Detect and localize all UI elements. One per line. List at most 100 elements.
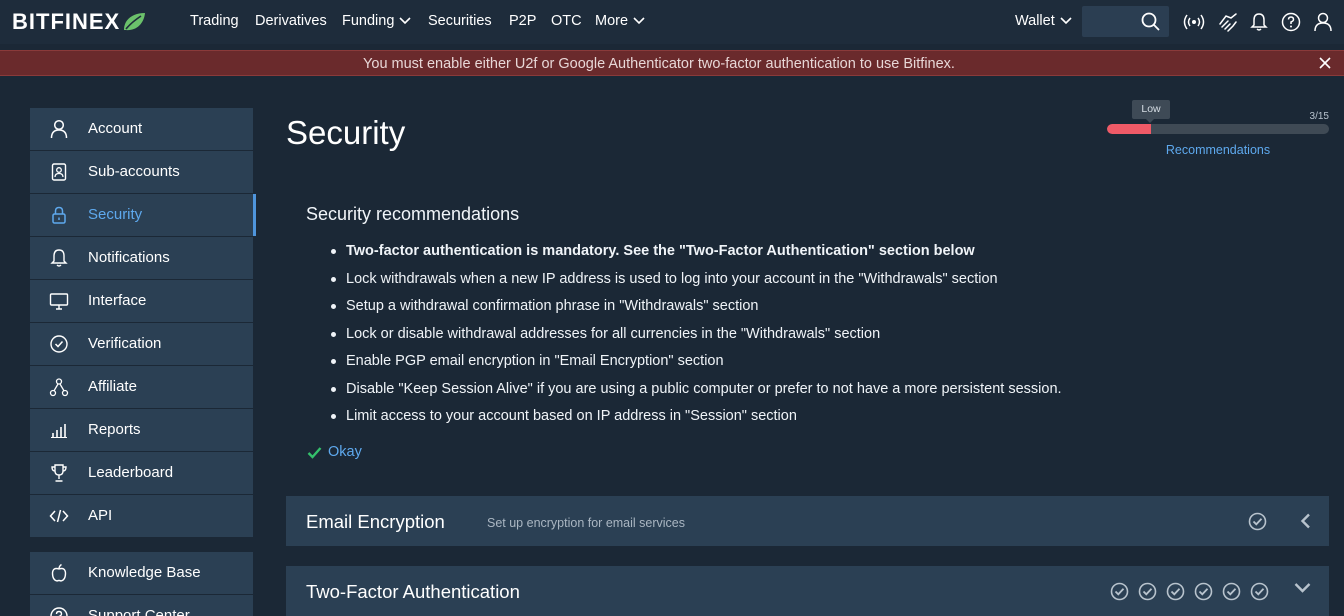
chevron-down-icon (399, 17, 411, 25)
chevron-down-icon[interactable] (1294, 582, 1311, 593)
sidebar-item-support-center[interactable]: Support Center (30, 595, 253, 616)
sidebar-item-label: Notifications (88, 249, 170, 266)
recommendations-title: Security recommendations (306, 204, 520, 224)
check-circle-icon (1194, 582, 1213, 601)
search-input[interactable] (1082, 6, 1169, 37)
list-item: Limit access to your account based on IP… (328, 405, 1062, 433)
list-item: Lock or disable withdrawal addresses for… (328, 323, 1062, 351)
contact-card-icon (51, 163, 67, 181)
alert-text: You must enable either U2f or Google Aut… (363, 56, 955, 72)
nav-trading[interactable]: Trading (190, 13, 239, 29)
bitfinex-logo[interactable]: BITFINEX (12, 9, 146, 34)
sidebar-item-account[interactable]: Account (30, 108, 253, 150)
leaf-icon (124, 13, 146, 31)
email-encryption-panel[interactable]: Email Encryption Set up encryption for e… (286, 496, 1329, 546)
check-circle-icon (1166, 582, 1185, 601)
sidebar-item-reports[interactable]: Reports (30, 409, 253, 451)
sidebar-item-label: Account (88, 120, 143, 137)
list-item: Setup a withdrawal confirmation phrase i… (328, 295, 1062, 323)
wallet-label: Wallet (1015, 13, 1055, 29)
code-icon (49, 509, 69, 523)
lock-icon (52, 206, 66, 224)
check-circle-icon (1138, 582, 1157, 601)
sidebar-item-label: Support Center (88, 607, 190, 616)
help-circle-icon (50, 607, 68, 616)
nav-more[interactable]: More (595, 13, 645, 29)
sidebar-item-label: Reports (88, 421, 141, 438)
sidebar-item-affiliate[interactable]: Affiliate (30, 366, 253, 408)
apple-icon (51, 563, 67, 582)
recommendations-link[interactable]: Recommendations (1107, 143, 1329, 157)
sidebar-item-interface[interactable]: Interface (30, 280, 253, 322)
help-sidebar: Knowledge Base Support Center (30, 552, 253, 616)
panel-status-icons (1248, 512, 1267, 531)
panel-status-icons (1110, 582, 1269, 601)
nav-p2p[interactable]: P2P (509, 13, 536, 29)
network-icon (49, 378, 69, 397)
sidebar-item-label: Security (88, 206, 143, 223)
security-score-bar (1107, 124, 1329, 134)
check-circle-icon (1110, 582, 1129, 601)
trophy-icon (51, 464, 67, 482)
list-item: Two-factor authentication is mandatory. … (328, 240, 1062, 268)
nav-securities[interactable]: Securities (428, 13, 492, 29)
sidebar-item-label: Sub-accounts (88, 163, 180, 180)
check-circle-icon (1250, 582, 1269, 601)
search-icon[interactable] (1141, 12, 1160, 31)
sidebar-item-sub-accounts[interactable]: Sub-accounts (30, 151, 253, 193)
nav-funding[interactable]: Funding (342, 13, 411, 29)
nav-otc[interactable]: OTC (551, 13, 582, 29)
sidebar-item-label: API (88, 507, 113, 524)
chevron-down-icon (1060, 17, 1072, 25)
user-icon[interactable] (1313, 12, 1333, 32)
nav-funding-label: Funding (342, 13, 395, 29)
check-circle-icon (50, 335, 68, 353)
bar-chart-icon (51, 424, 67, 438)
wallet-menu[interactable]: Wallet (1015, 13, 1072, 29)
page-title: Security (286, 114, 406, 151)
sidebar-item-knowledge-base[interactable]: Knowledge Base (30, 552, 253, 594)
okay-label: Okay (328, 444, 362, 460)
sidebar-item-api[interactable]: API (30, 495, 253, 537)
panel-title: Email Encryption (306, 511, 445, 532)
panel-title: Two-Factor Authentication (306, 581, 520, 602)
list-item: Disable "Keep Session Alive" if you are … (328, 378, 1062, 406)
broadcast-icon[interactable] (1182, 12, 1206, 32)
check-circle-icon (1248, 512, 1267, 531)
sidebar-item-leaderboard[interactable]: Leaderboard (30, 452, 253, 494)
list-item: Enable PGP email encryption in "Email En… (328, 350, 1062, 378)
sidebar-item-label: Interface (88, 292, 147, 309)
sidebar-item-label: Knowledge Base (88, 564, 201, 581)
settings-sidebar: Account Sub-accounts Security Notificati… (30, 108, 256, 538)
sidebar-item-label: Affiliate (88, 378, 137, 395)
handshake-icon[interactable] (1217, 12, 1239, 32)
bell-icon (50, 249, 68, 267)
help-icon[interactable] (1281, 12, 1301, 32)
okay-button[interactable]: Okay (307, 444, 362, 460)
logo-text: BITFINEX (12, 9, 121, 34)
security-score-fill (1107, 124, 1152, 134)
chevron-left-icon[interactable] (1300, 513, 1311, 529)
bell-icon[interactable] (1250, 12, 1268, 32)
two-factor-panel[interactable]: Two-Factor Authentication (286, 566, 1329, 616)
chevron-down-icon (633, 17, 645, 25)
sidebar-item-security[interactable]: Security (30, 194, 256, 236)
security-score-count: 3/15 (1309, 111, 1329, 122)
close-icon[interactable] (1319, 57, 1331, 69)
nav-more-label: More (595, 13, 629, 29)
top-navbar: BITFINEX Trading Derivatives Funding Sec… (0, 0, 1344, 44)
sidebar-item-notifications[interactable]: Notifications (30, 237, 253, 279)
check-circle-icon (1222, 582, 1241, 601)
two-factor-alert: You must enable either U2f or Google Aut… (0, 50, 1344, 76)
checkmark-icon (307, 446, 322, 459)
panel-subtitle: Set up encryption for email services (487, 516, 686, 530)
recommendations-list: Two-factor authentication is mandatory. … (328, 240, 1062, 433)
sidebar-item-label: Verification (88, 335, 162, 352)
sidebar-item-verification[interactable]: Verification (30, 323, 253, 365)
sidebar-item-label: Leaderboard (88, 464, 174, 481)
user-icon (50, 119, 68, 139)
list-item: Lock withdrawals when a new IP address i… (328, 268, 1062, 296)
monitor-icon (49, 293, 69, 310)
security-level-tooltip: Low (1132, 100, 1170, 123)
nav-derivatives[interactable]: Derivatives (255, 13, 327, 29)
